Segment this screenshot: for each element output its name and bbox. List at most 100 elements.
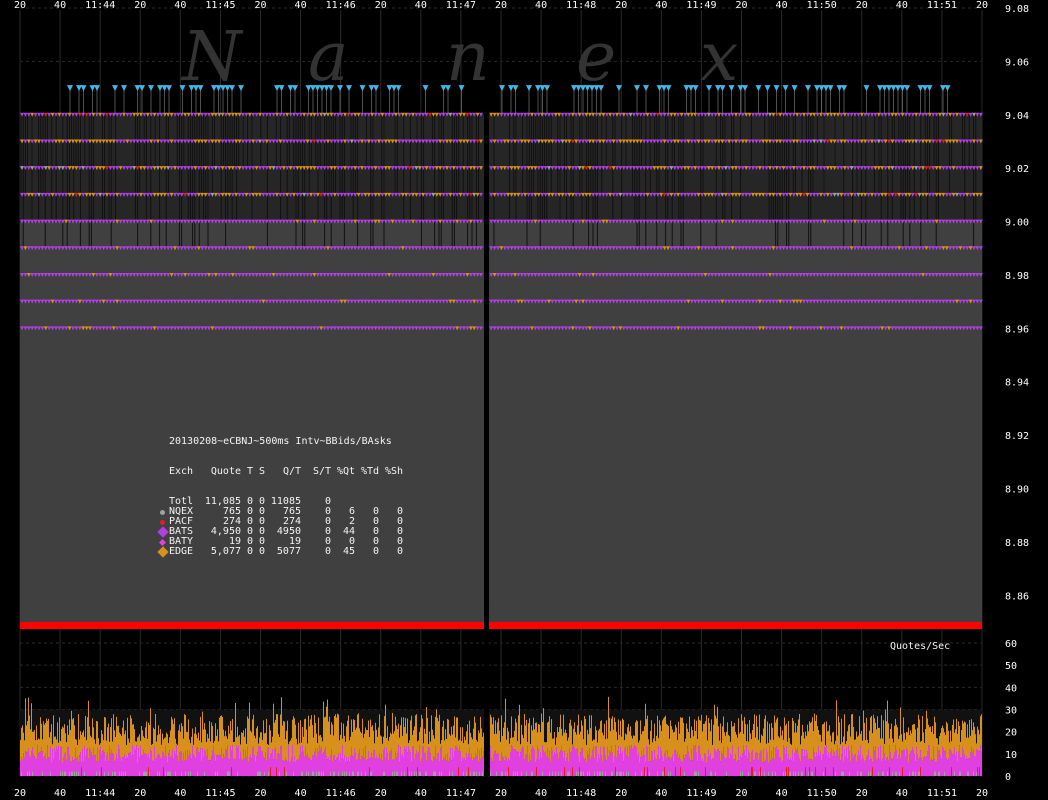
vol-bats — [273, 759, 274, 776]
vol-bats — [638, 752, 639, 776]
vol-bats — [632, 749, 633, 776]
vol-edge — [427, 717, 428, 752]
vol-nqex — [602, 771, 603, 776]
vol-bats — [543, 750, 544, 776]
vol-edge — [590, 728, 591, 760]
vol-bats — [838, 755, 839, 776]
vol-edge — [445, 729, 446, 755]
vol-bats — [347, 761, 348, 776]
vol-edge — [323, 701, 324, 753]
vol-edge — [361, 733, 362, 757]
vol-bats — [614, 755, 615, 776]
bid-marker — [278, 85, 285, 92]
vol-edge — [565, 729, 566, 762]
vol-bats — [184, 760, 185, 776]
vol-nqex — [628, 771, 629, 776]
vol-edge — [823, 723, 824, 755]
vol-bats — [842, 745, 843, 776]
vol-edge — [753, 723, 754, 761]
vol-edge — [203, 729, 204, 758]
vol-edge — [430, 741, 431, 754]
vol-bats — [141, 755, 142, 776]
vol-edge — [604, 723, 605, 748]
vol-edge — [568, 737, 569, 762]
vol-edge — [695, 731, 696, 746]
vol-bats — [377, 758, 378, 776]
vol-nqex — [268, 771, 269, 776]
vol-pacf — [644, 767, 645, 776]
vol-bats — [94, 755, 95, 776]
vol-edge — [631, 735, 632, 746]
vol-edge — [502, 735, 503, 757]
vol-edge — [278, 734, 279, 754]
vol-edge — [682, 717, 683, 762]
vol-edge — [598, 730, 599, 755]
vol-bats — [216, 755, 217, 776]
vol-edge — [284, 721, 285, 762]
xtick-top: 20 — [254, 0, 266, 11]
vol-nqex — [352, 771, 353, 776]
vol-bats — [258, 745, 259, 776]
vol-edge — [477, 741, 478, 749]
xtick-top: 40 — [295, 0, 307, 11]
vol-nqex — [490, 771, 491, 776]
vol-nqex — [344, 771, 345, 776]
vol-pacf — [680, 767, 681, 776]
vol-nqex — [258, 771, 259, 776]
vol-bats — [737, 760, 738, 776]
vol-bats — [665, 750, 666, 776]
bid-marker — [773, 85, 780, 92]
vol-nqex — [785, 771, 786, 776]
bid-marker — [692, 85, 699, 92]
vol-bats — [351, 747, 352, 776]
vol-bats — [199, 752, 200, 776]
vol-bats — [661, 751, 662, 776]
vol-edge — [188, 719, 189, 757]
vol-edge — [842, 742, 843, 746]
vol-bats — [469, 747, 470, 776]
vol-edge — [749, 720, 750, 754]
vol-bats — [720, 761, 721, 776]
vol-edge — [508, 731, 509, 759]
vol-bats — [606, 760, 607, 776]
vol-edge — [245, 728, 246, 751]
vol-edge — [561, 728, 562, 747]
vol-edge — [815, 720, 816, 758]
vol-edge — [299, 743, 300, 756]
vol-pacf — [564, 767, 565, 776]
vol-bats — [672, 754, 673, 776]
vol-nqex — [65, 771, 66, 776]
vol-bats — [794, 753, 795, 776]
vol-edge — [764, 718, 765, 762]
vol-bats — [278, 753, 279, 776]
vol-edge — [239, 735, 240, 759]
vol-bats — [522, 746, 523, 776]
vol-edge — [147, 738, 148, 758]
vol-edge — [345, 741, 346, 763]
vol-nqex — [670, 771, 671, 776]
vol-bats — [274, 749, 275, 776]
vol-bats — [766, 748, 767, 776]
vol-edge — [273, 703, 274, 760]
vol-bats — [402, 754, 403, 776]
vol-edge — [73, 717, 74, 761]
vol-bats — [681, 761, 682, 776]
vol-bats — [636, 747, 637, 776]
vol-edge — [726, 731, 727, 759]
vol-edge — [621, 736, 622, 754]
vol-bats — [563, 758, 564, 776]
vol-edge — [614, 717, 615, 756]
vol-edge — [434, 738, 435, 758]
vol-nqex — [312, 771, 313, 776]
vol-bats — [256, 756, 257, 776]
vol-bats — [429, 748, 430, 776]
vol-edge — [536, 722, 537, 760]
vol-nqex — [371, 771, 372, 776]
vol-edge — [642, 731, 643, 757]
vol-edge — [836, 700, 837, 750]
band — [20, 194, 982, 222]
vol-edge — [252, 719, 253, 748]
vol-edge — [835, 740, 836, 757]
vol-edge — [390, 732, 391, 752]
vol-bats — [243, 748, 244, 776]
